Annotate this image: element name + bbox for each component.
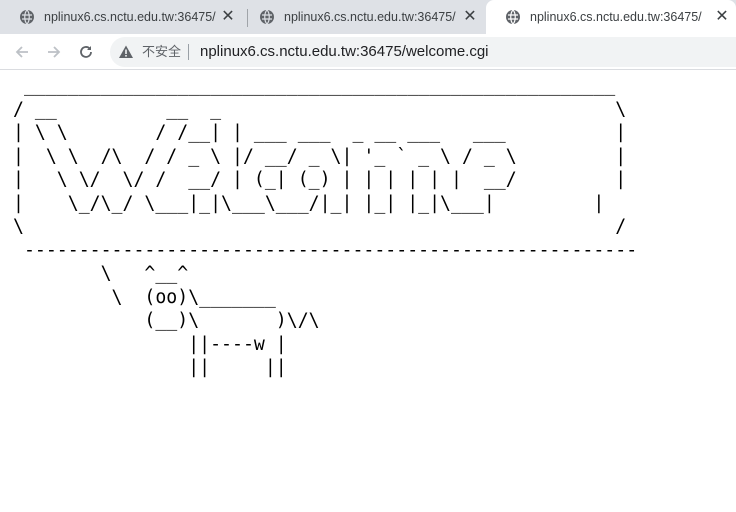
globe-icon	[260, 9, 274, 25]
close-tab-icon[interactable]: ✕	[220, 9, 236, 25]
globe-icon	[506, 9, 520, 25]
forward-button[interactable]	[42, 40, 66, 64]
forward-arrow-icon	[48, 46, 61, 58]
browser-toolbar: 不安全 nplinux6.cs.nctu.edu.tw:36475/welcom…	[0, 34, 736, 70]
back-button[interactable]	[10, 40, 34, 64]
back-arrow-icon	[15, 46, 28, 58]
close-tab-icon[interactable]: ✕	[462, 9, 478, 25]
omnibox-divider	[188, 44, 189, 60]
page-content: ________________________________________…	[0, 70, 736, 512]
url-text[interactable]: nplinux6.cs.nctu.edu.tw:36475/welcome.cg…	[200, 42, 489, 62]
address-bar[interactable]: 不安全 nplinux6.cs.nctu.edu.tw:36475/welcom…	[110, 37, 736, 67]
tab-strip: nplinux6.cs.nctu.edu.tw:36475/ ✕ nplinux…	[0, 0, 736, 34]
tab-3-active[interactable]: nplinux6.cs.nctu.edu.tw:36475/ ✕	[486, 0, 736, 34]
globe-icon	[20, 9, 34, 25]
tab-1[interactable]: nplinux6.cs.nctu.edu.tw:36475/ ✕	[0, 0, 242, 34]
security-status[interactable]: 不安全	[142, 43, 181, 61]
tab-title: nplinux6.cs.nctu.edu.tw:36475/	[284, 10, 456, 24]
tab-title: nplinux6.cs.nctu.edu.tw:36475/	[530, 10, 702, 24]
welcome-ascii-art: ________________________________________…	[13, 75, 638, 378]
close-tab-icon[interactable]: ✕	[714, 9, 730, 25]
reload-button[interactable]	[74, 40, 98, 64]
warning-icon[interactable]	[118, 44, 134, 60]
reload-icon	[80, 46, 92, 58]
tab-2[interactable]: nplinux6.cs.nctu.edu.tw:36475/ ✕	[240, 0, 484, 34]
tab-title: nplinux6.cs.nctu.edu.tw:36475/	[44, 10, 216, 24]
